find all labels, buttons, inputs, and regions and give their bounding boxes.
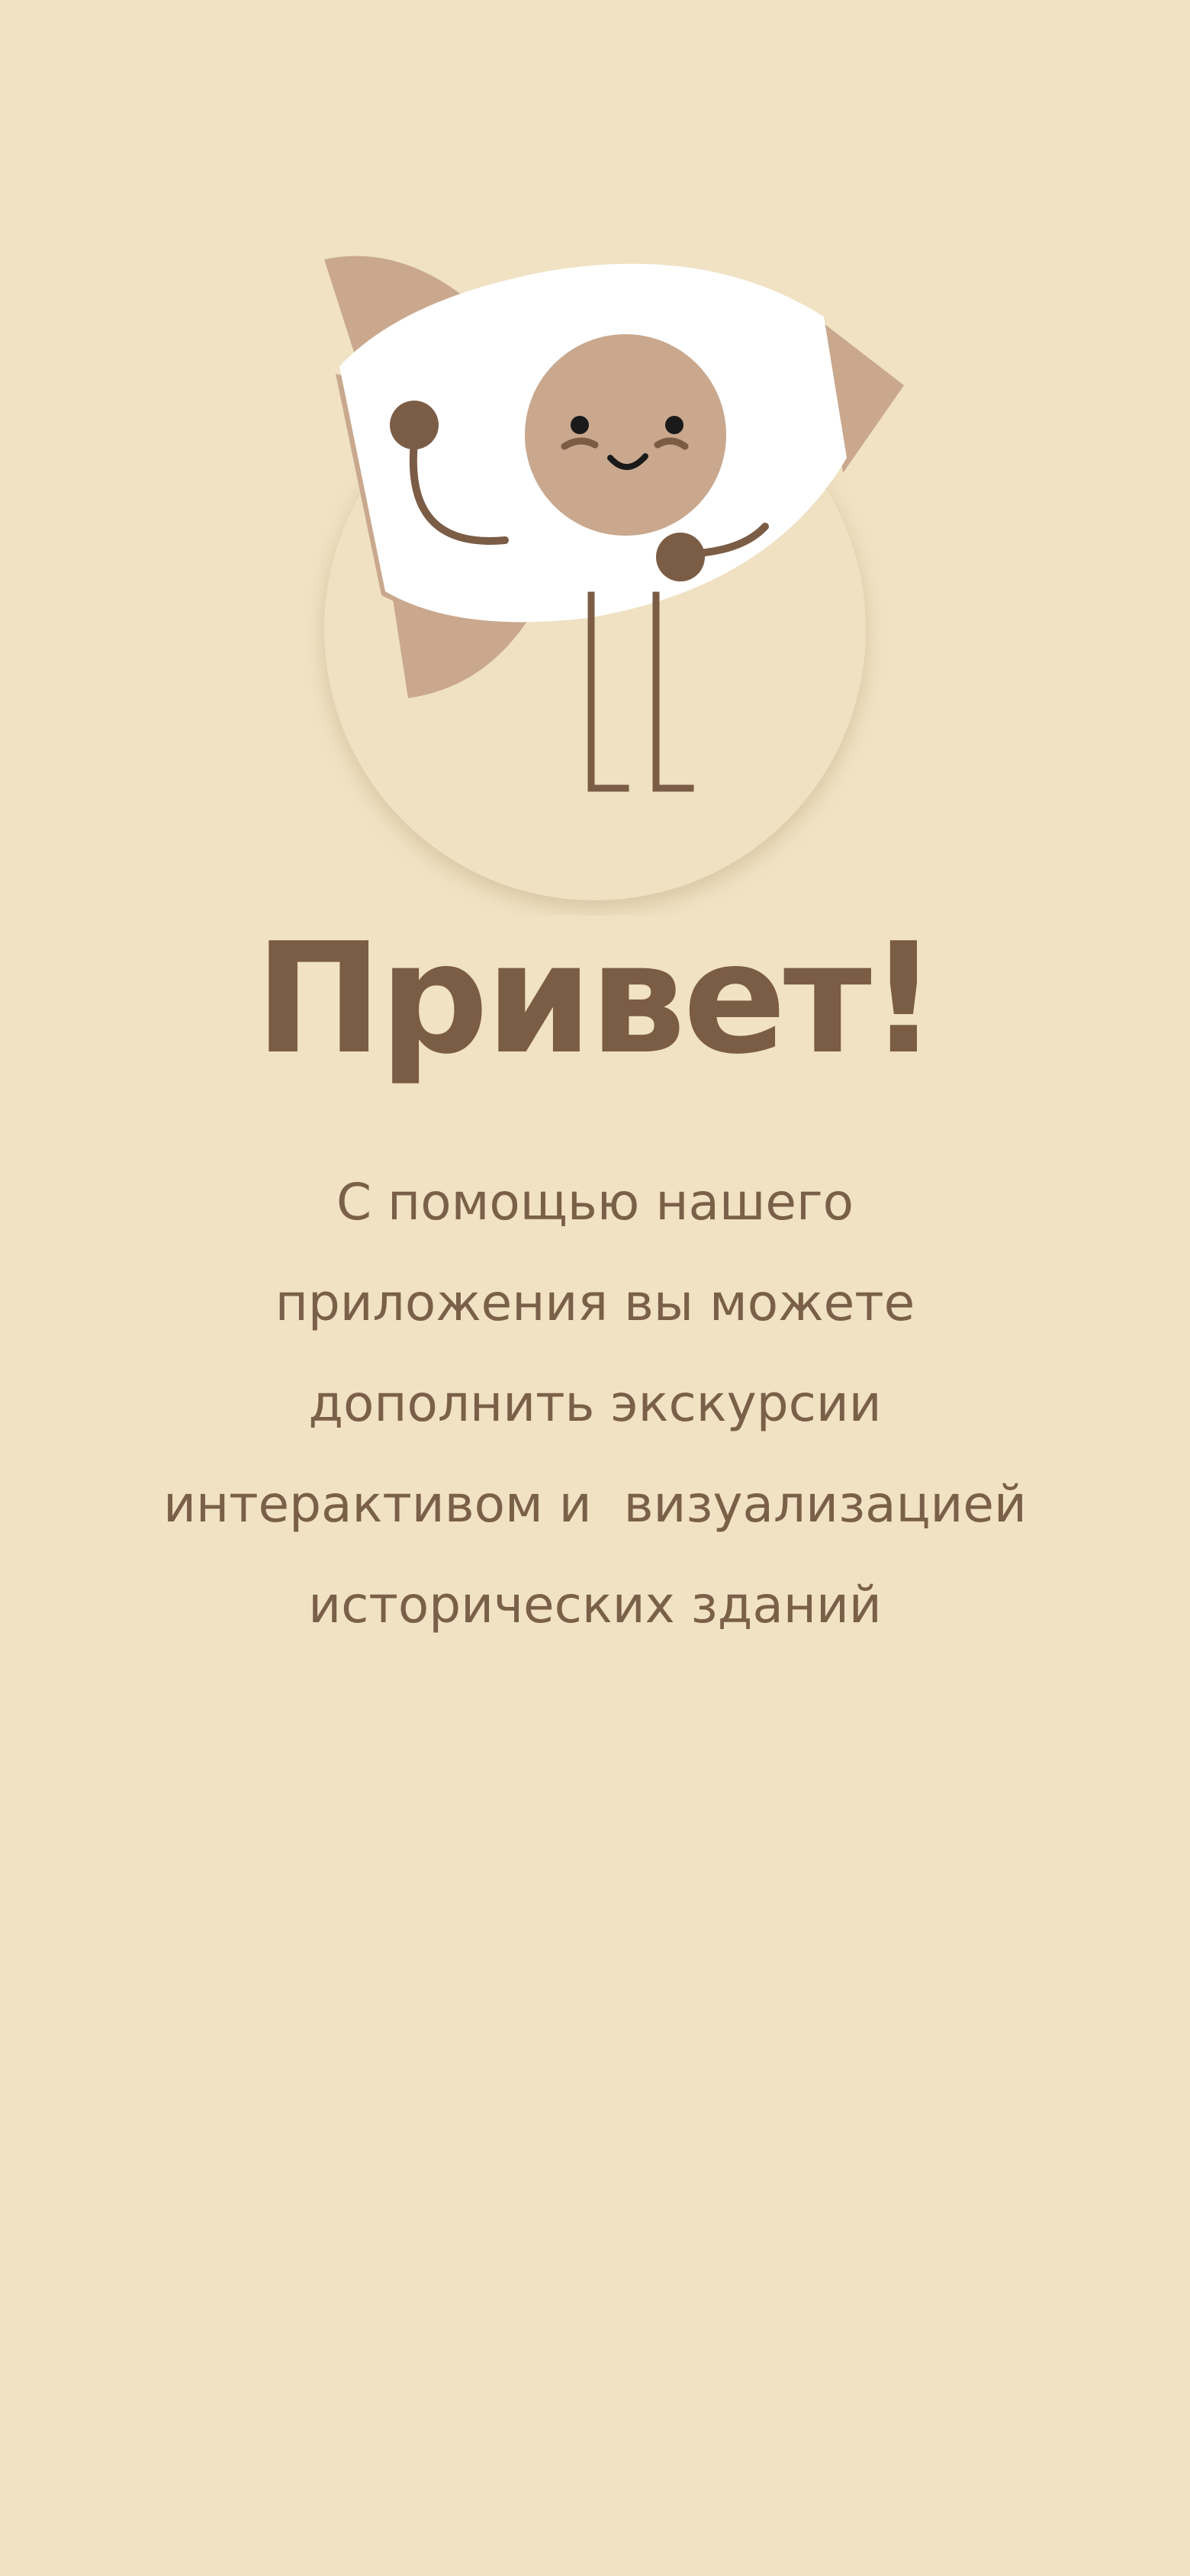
greeting-description: С помощью нашего приложения вы можете до… — [114, 1152, 1076, 1656]
greeting-title: Привет! — [254, 910, 938, 1088]
description-line: интерактивом и визуализацией — [163, 1475, 1027, 1534]
onboarding-screen: Привет! С помощью нашего приложения вы м… — [0, 0, 1190, 2576]
mascot-left-eye — [571, 416, 589, 434]
description-line: исторических зданий — [308, 1576, 882, 1634]
rocket-mascot-illustration — [324, 256, 904, 900]
description-line: дополнить экскурсии — [308, 1374, 882, 1433]
mascot-right-hand — [656, 533, 705, 581]
description-line: С помощью нашего — [336, 1173, 854, 1232]
mascot-right-eye — [665, 416, 683, 434]
mascot-face — [525, 334, 726, 536]
description-line: приложения вы можете — [275, 1274, 915, 1332]
